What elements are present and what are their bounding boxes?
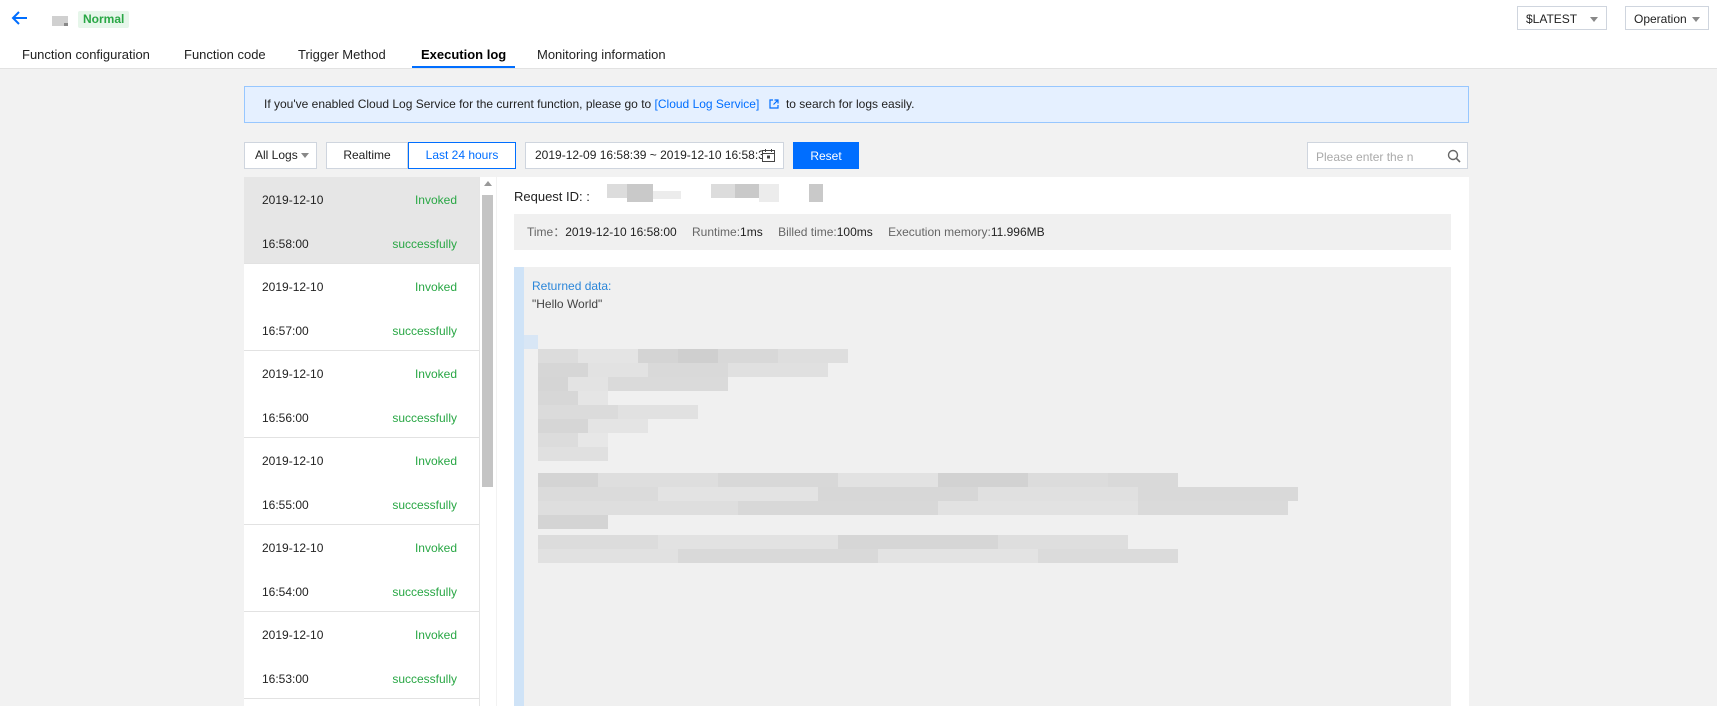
log-time: 16:58:00 bbox=[262, 237, 309, 251]
tab-function-code[interactable]: Function code bbox=[184, 47, 266, 68]
request-id-label: Request ID: : bbox=[514, 189, 590, 204]
log-date: 2019-12-10 bbox=[262, 193, 324, 207]
request-search-box bbox=[1307, 142, 1468, 170]
top-bar: Normal $LATEST Operation Function config… bbox=[0, 0, 1717, 69]
log-type-value: All Logs bbox=[255, 148, 298, 162]
calendar-icon bbox=[762, 149, 775, 162]
log-item[interactable]: 2019-12-10 Invoked 16:57:00 successfully bbox=[244, 264, 479, 351]
billed-time-label: Billed time: bbox=[778, 225, 837, 239]
log-date: 2019-12-10 bbox=[262, 454, 324, 468]
date-range-value: 2019-12-09 16:58:39 ~ 2019-12-10 16:58:3… bbox=[535, 148, 772, 162]
log-time: 16:57:00 bbox=[262, 324, 309, 338]
chevron-down-icon bbox=[301, 153, 309, 158]
scrollbar-thumb[interactable] bbox=[482, 195, 493, 487]
time-value: 2019-12-10 16:58:00 bbox=[565, 225, 677, 239]
external-link-icon[interactable] bbox=[769, 99, 779, 109]
chevron-down-icon bbox=[1692, 17, 1700, 22]
log-status: Invoked bbox=[414, 454, 457, 468]
log-item[interactable]: 2019-12-10 Invoked 16:56:00 successfully bbox=[244, 351, 479, 438]
log-status: successfully bbox=[392, 672, 457, 686]
returned-data-label: Returned data: bbox=[532, 279, 612, 293]
execution-meta-bar: Time：2019-12-10 16:58:00 Runtime:1ms Bil… bbox=[514, 214, 1451, 250]
log-date: 2019-12-10 bbox=[262, 628, 324, 642]
log-time: 16:53:00 bbox=[262, 672, 309, 686]
log-list: 2019-12-10 Invoked 16:58:00 successfully… bbox=[244, 177, 480, 706]
returned-data-block: Returned data: "Hello World" bbox=[514, 267, 1451, 706]
cls-notice-banner: If you've enabled Cloud Log Service for … bbox=[244, 86, 1469, 123]
runtime-value: 1ms bbox=[740, 225, 763, 239]
log-time: 16:55:00 bbox=[262, 498, 309, 512]
log-status: successfully bbox=[392, 324, 457, 338]
scroll-up-arrow-icon[interactable] bbox=[484, 181, 492, 186]
execution-memory-value: 11.996MB bbox=[990, 225, 1045, 239]
log-date: 2019-12-10 bbox=[262, 367, 324, 381]
log-detail-panel: Request ID: : Time：2019-12-10 16:58:00 R… bbox=[497, 177, 1469, 706]
log-date: 2019-12-10 bbox=[262, 280, 324, 294]
operation-select[interactable]: Operation bbox=[1625, 6, 1709, 30]
date-range-picker[interactable]: 2019-12-09 16:58:39 ~ 2019-12-10 16:58:3… bbox=[525, 142, 784, 169]
log-status: Invoked bbox=[414, 193, 457, 207]
runtime-label: Runtime: bbox=[692, 225, 741, 239]
tab-function-configuration[interactable]: Function configuration bbox=[22, 47, 150, 68]
log-status: Invoked bbox=[414, 541, 457, 555]
status-badge: Normal bbox=[78, 11, 130, 28]
log-status: Invoked bbox=[414, 280, 457, 294]
chevron-down-icon bbox=[1590, 17, 1598, 22]
search-icon[interactable] bbox=[1447, 149, 1461, 163]
realtime-toggle[interactable]: Realtime bbox=[326, 142, 408, 169]
execution-memory-label: Execution memory: bbox=[888, 225, 991, 239]
log-time: 16:56:00 bbox=[262, 411, 309, 425]
last-24-hours-toggle[interactable]: Last 24 hours bbox=[408, 142, 516, 169]
log-item[interactable]: 2019-12-10 Invoked 16:55:00 successfully bbox=[244, 438, 479, 525]
log-item[interactable]: 2019-12-10 Invoked 16:53:00 successfully bbox=[244, 612, 479, 699]
reset-button[interactable]: Reset bbox=[793, 142, 859, 169]
log-list-scrollbar[interactable] bbox=[480, 177, 496, 706]
cloud-log-service-link[interactable]: [Cloud Log Service] bbox=[655, 97, 760, 111]
tab-monitoring-information[interactable]: Monitoring information bbox=[537, 47, 666, 68]
version-select[interactable]: $LATEST bbox=[1517, 6, 1607, 30]
back-arrow-icon[interactable] bbox=[11, 9, 29, 27]
log-status: successfully bbox=[392, 237, 457, 251]
version-select-value: $LATEST bbox=[1526, 12, 1578, 26]
log-status: successfully bbox=[392, 585, 457, 599]
log-type-select[interactable]: All Logs bbox=[244, 142, 317, 169]
notice-text-before: If you've enabled Cloud Log Service for … bbox=[264, 97, 652, 111]
log-time: 16:54:00 bbox=[262, 585, 309, 599]
log-status: successfully bbox=[392, 498, 457, 512]
notice-text-after: to search for logs easily. bbox=[785, 97, 915, 111]
tab-trigger-method[interactable]: Trigger Method bbox=[298, 47, 386, 68]
log-status: Invoked bbox=[414, 628, 457, 642]
tab-execution-log[interactable]: Execution log bbox=[411, 47, 516, 68]
log-status: successfully bbox=[392, 411, 457, 425]
time-label: Time： bbox=[527, 225, 566, 239]
log-status: Invoked bbox=[414, 367, 457, 381]
log-item[interactable]: 2019-12-10 Invoked 16:54:00 successfully bbox=[244, 525, 479, 612]
log-item[interactable]: 2019-12-10 Invoked 16:58:00 successfully bbox=[244, 177, 479, 264]
operation-select-value: Operation bbox=[1634, 12, 1687, 26]
billed-time-value: 100ms bbox=[836, 225, 873, 239]
request-search-input[interactable] bbox=[1308, 143, 1454, 170]
returned-data-value: "Hello World" bbox=[532, 297, 603, 311]
log-date: 2019-12-10 bbox=[262, 541, 324, 555]
function-name bbox=[52, 16, 68, 26]
